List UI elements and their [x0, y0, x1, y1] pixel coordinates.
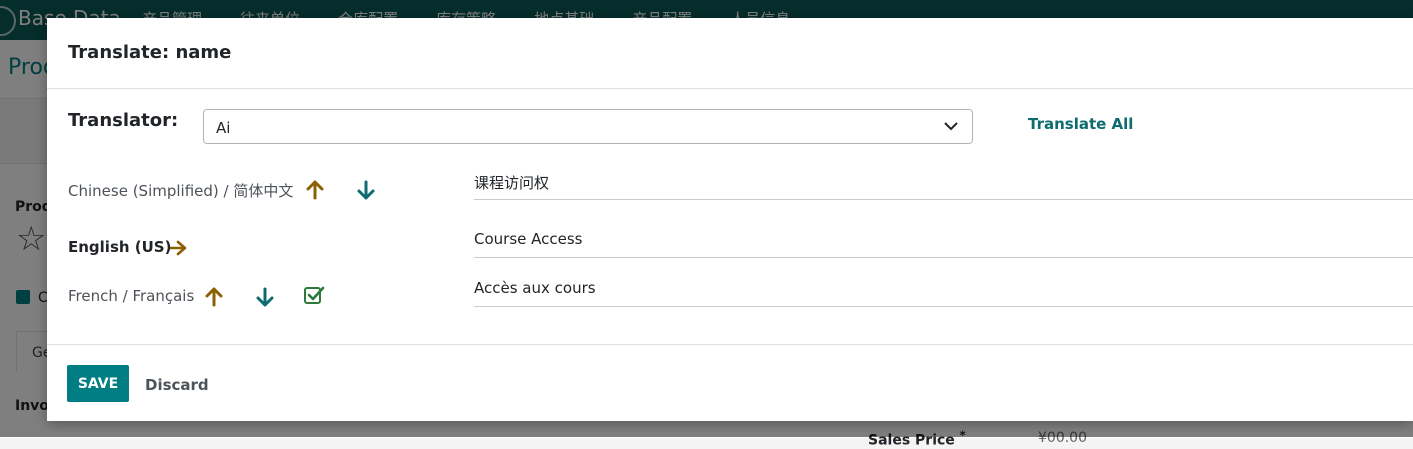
arrow-down-icon[interactable] — [254, 286, 276, 308]
discard-button[interactable]: Discard — [145, 376, 209, 394]
check-square-icon[interactable] — [303, 284, 325, 306]
dialog-header: Translate: name — [47, 18, 1413, 89]
dialog-footer: SAVE Discard — [47, 344, 1413, 422]
arrow-up-icon[interactable] — [203, 286, 225, 308]
language-label: Chinese (Simplified) / 简体中文 — [68, 182, 294, 200]
arrow-right-icon — [168, 238, 190, 260]
translator-label: Translator: — [68, 110, 179, 131]
translator-select[interactable]: Ai — [203, 109, 973, 144]
arrow-up-icon[interactable] — [304, 179, 326, 201]
translate-dialog: Translate: name Translator: Ai Translate… — [47, 18, 1413, 421]
dialog-title: Translate: name — [68, 42, 232, 63]
language-row: English (US) Course Access — [47, 226, 1413, 266]
translation-value: Accès aux cours — [474, 279, 596, 297]
language-row: French / Français Accès aux cours — [47, 275, 1413, 315]
translation-input[interactable]: Course Access — [474, 228, 1413, 258]
translator-value: Ai — [216, 119, 231, 137]
translation-input[interactable]: 课程访问权 — [474, 170, 1413, 200]
translation-value: 课程访问权 — [474, 174, 550, 192]
save-button[interactable]: SAVE — [67, 365, 129, 402]
chevron-down-icon — [944, 122, 958, 131]
language-label: French / Français — [68, 287, 195, 305]
language-label: English (US) — [68, 238, 172, 256]
dialog-body: Translator: Ai Translate All Chinese (Si… — [47, 89, 1413, 344]
language-row: Chinese (Simplified) / 简体中文 课程访问权 — [47, 168, 1413, 208]
translation-value: Course Access — [474, 230, 583, 248]
arrow-down-icon[interactable] — [355, 179, 377, 201]
translation-input[interactable]: Accès aux cours — [474, 277, 1413, 307]
translate-all-button[interactable]: Translate All — [1028, 115, 1133, 133]
